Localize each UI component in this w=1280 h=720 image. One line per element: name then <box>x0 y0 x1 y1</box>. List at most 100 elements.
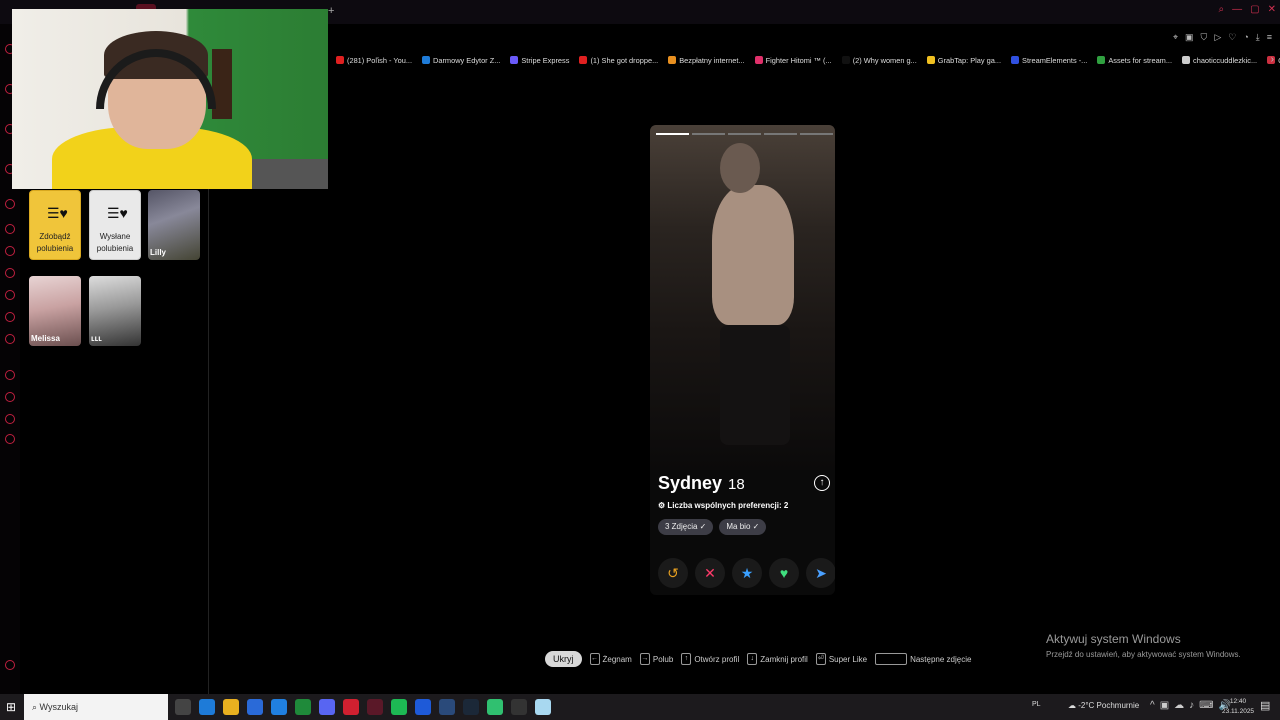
rail-app-icon[interactable] <box>5 268 15 278</box>
photo-progress-segment <box>656 133 689 135</box>
app-green-icon[interactable] <box>487 699 503 715</box>
sent-likes-label: Wysłane polubienia <box>96 232 134 253</box>
bookmark-item[interactable]: Bezpłatny internet... <box>668 53 745 67</box>
discord-icon[interactable] <box>319 699 335 715</box>
hide-hints-button[interactable]: Ukryj <box>545 651 582 667</box>
rail-app-icon[interactable] <box>5 312 15 322</box>
heart-icon[interactable]: ♡ <box>1228 32 1236 43</box>
rail-app-icon[interactable] <box>5 392 15 402</box>
hint-label: Zamknij profil <box>760 654 808 664</box>
bookmark-item[interactable]: chaoticcuddlezkic... <box>1182 53 1257 67</box>
weather-text: -2°C Pochmurnie <box>1078 701 1140 710</box>
rail-app-icon[interactable] <box>5 660 15 670</box>
browser-toolbar-icons: ⌖ ▣ ⛉ ▷ ♡ ◔ ⤓ ≡ <box>1173 32 1272 43</box>
photo-progress <box>656 133 833 135</box>
bookmark-item[interactable]: StreamElements -... <box>1011 53 1087 67</box>
maximize-icon[interactable]: ▢ <box>1250 4 1259 15</box>
photo-progress-segment <box>728 133 761 135</box>
hint-label: Otwórz profil <box>694 654 740 664</box>
notepad-icon[interactable] <box>439 699 455 715</box>
opera-gx-icon[interactable] <box>367 699 383 715</box>
obs-icon[interactable] <box>343 699 359 715</box>
steam-icon[interactable] <box>463 699 479 715</box>
profile-icon[interactable]: ◔ <box>1243 32 1248 43</box>
match-card-melissa[interactable]: Melissa <box>29 276 81 346</box>
snapshot-icon[interactable]: ▣ <box>1185 32 1194 43</box>
bookmark-item[interactable]: Assets for stream... <box>1097 53 1172 67</box>
super-like-icon[interactable]: ★ <box>732 558 762 588</box>
key-enter-icon: ⏎ <box>815 653 826 665</box>
bookmarks-more-icon[interactable]: › <box>1271 54 1274 65</box>
minimize-icon[interactable]: — <box>1232 4 1242 15</box>
rail-app-icon[interactable] <box>5 224 15 234</box>
bookmark-item[interactable]: GrabTap: Play ga... <box>926 53 1002 67</box>
rail-app-icon[interactable] <box>5 199 15 209</box>
bookmark-item[interactable]: (2) Why women g... <box>841 53 917 67</box>
spotify-icon[interactable] <box>391 699 407 715</box>
bookmark-label: GrabTap: Play ga... <box>937 55 1002 65</box>
window-controls: ⌕ — ▢ ✕ <box>1219 4 1276 15</box>
expand-profile-button[interactable]: ↑ <box>814 475 830 491</box>
mail-icon[interactable] <box>271 699 287 715</box>
store-icon[interactable] <box>247 699 263 715</box>
pin-icon[interactable]: ⌖ <box>1173 32 1178 43</box>
like-icon[interactable]: ♥ <box>769 558 799 588</box>
new-tab-button[interactable]: + <box>328 5 334 17</box>
bookmark-item[interactable]: (281) Poľish - You... <box>336 53 412 67</box>
windows-start-icon[interactable]: ⊞ <box>6 700 20 714</box>
match-card-lll[interactable]: ʟʟʟ <box>89 276 141 346</box>
nope-icon[interactable]: ✕ <box>695 558 725 588</box>
file-explorer-icon[interactable] <box>223 699 239 715</box>
shield-icon[interactable]: ⛉ <box>1201 32 1208 43</box>
close-icon[interactable]: ✕ <box>1268 4 1276 15</box>
notification-icon[interactable]: ▤ <box>1260 699 1270 712</box>
app-light-icon[interactable] <box>535 699 551 715</box>
action-buttons: ↺ ✕ ★ ♥ ➤ <box>658 558 835 588</box>
clock[interactable]: 12:40 23.11.2025 <box>1222 697 1254 717</box>
profile-chips: 3 Zdjęcia ✓ Ma bio ✓ <box>658 519 767 535</box>
boost-send-icon[interactable]: ➤ <box>806 558 835 588</box>
task-view-icon[interactable] <box>175 699 191 715</box>
app-icon[interactable] <box>415 699 431 715</box>
sent-likes-card[interactable]: ☰♥ Wysłane polubienia <box>89 190 141 260</box>
download-icon[interactable]: ⤓ <box>1256 32 1260 43</box>
hint-superlike: ⏎ Super Like <box>815 653 867 665</box>
bookmark-item[interactable]: Stripe Express <box>510 53 569 67</box>
bookmark-label: (1) She got droppe... <box>590 55 659 65</box>
edge-icon[interactable] <box>199 699 215 715</box>
weather-widget[interactable]: ☁ -2°C Pochmurnie <box>1068 701 1139 710</box>
excel-icon[interactable] <box>295 699 311 715</box>
rail-app-icon[interactable] <box>5 290 15 300</box>
hint-open: ↑ Otwórz profil <box>681 653 739 665</box>
language-indicator[interactable]: PL <box>1032 701 1041 708</box>
clock-time: 12:40 <box>1229 698 1247 705</box>
play-icon[interactable]: ▷ <box>1214 32 1221 43</box>
profile-photo[interactable] <box>650 125 835 470</box>
terminal-icon[interactable] <box>511 699 527 715</box>
activation-title: Aktywuj system Windows <box>1046 632 1181 646</box>
rail-app-icon[interactable] <box>5 414 15 424</box>
rail-app-icon[interactable] <box>5 434 15 444</box>
rail-app-icon[interactable] <box>5 246 15 256</box>
bio-chip: Ma bio ✓ <box>719 519 767 535</box>
menu-icon[interactable]: ≡ <box>1267 32 1272 43</box>
bookmark-item[interactable]: Darmowy Edytor Z... <box>422 53 500 67</box>
bookmark-label: Bezpłatny internet... <box>679 55 745 65</box>
bookmark-favicon-icon <box>422 56 431 64</box>
profile-card[interactable]: Sydney 18 ↑ ⚙ Liczba wspólnych preferenc… <box>650 125 835 595</box>
taskbar-apps <box>175 699 551 715</box>
photo-figure-head <box>720 143 760 193</box>
search-icon[interactable]: ⌕ <box>1219 4 1225 15</box>
rail-app-icon[interactable] <box>5 370 15 380</box>
profile-name-row: Sydney 18 <box>658 473 745 494</box>
photo-progress-segment <box>800 133 833 135</box>
rail-app-icon[interactable] <box>5 334 15 344</box>
search-placeholder: Wyszukaj <box>39 702 78 712</box>
rewind-icon[interactable]: ↺ <box>658 558 688 588</box>
bookmark-favicon-icon <box>1182 56 1191 64</box>
bookmark-item[interactable]: Fighter Hitomi ™ (... <box>754 53 832 67</box>
bookmark-item[interactable]: (1) She got droppe... <box>579 53 658 67</box>
get-likes-card[interactable]: ☰♥ Zdobądź polubienia <box>29 190 81 260</box>
match-card-lilly[interactable]: Lilly <box>148 190 200 260</box>
taskbar-search-input[interactable]: ⌕ Wyszukaj <box>24 694 168 720</box>
